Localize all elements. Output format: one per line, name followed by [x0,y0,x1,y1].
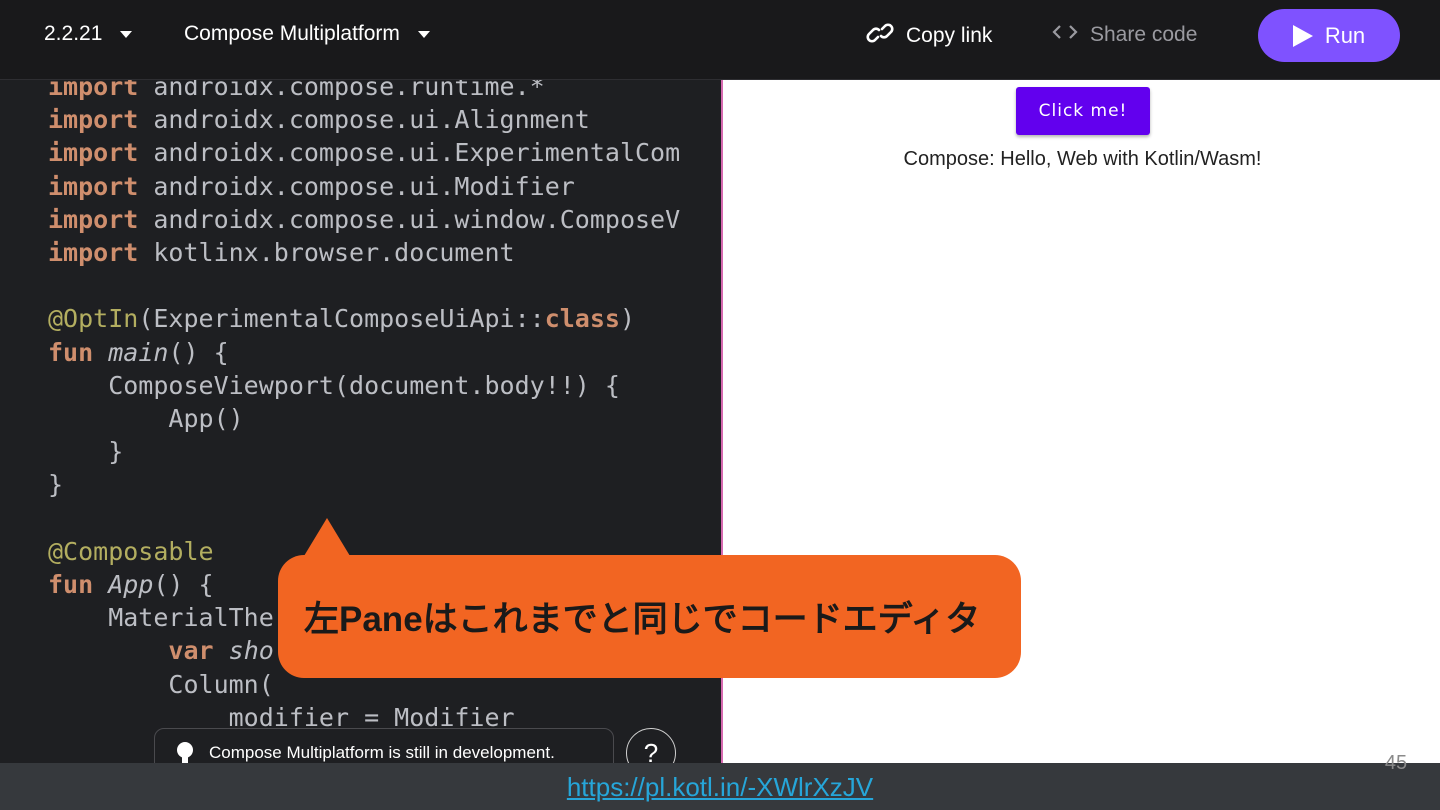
run-button[interactable]: Run [1258,9,1400,62]
platform-dropdown[interactable]: Compose Multiplatform [184,22,430,46]
chevron-down-icon [417,30,430,38]
greeting-text: Compose: Hello, Web with Kotlin/Wasm! [903,148,1262,170]
callout-text: 左Paneはこれまでと同じでコードエディタ [304,600,981,639]
notice-text: Compose Multiplatform is still in develo… [209,743,555,762]
link-icon [866,22,894,50]
playground-link[interactable]: https://pl.kotl.in/-XWlrXzJV [0,772,1440,803]
code-line: import androidx.compose.ui.Modifier [48,171,575,201]
copy-link-button[interactable]: Copy link [866,22,992,50]
code-line: fun main() { [48,337,229,367]
slide-footer: https://pl.kotl.in/-XWlrXzJV [0,763,1440,810]
code-brackets-icon [1052,22,1078,48]
share-code-label: Share code [1090,23,1198,46]
chevron-down-icon [120,30,133,38]
callout-tail [304,518,350,556]
page-number: 45 [1384,752,1408,774]
code-line: import androidx.compose.ui.Alignment [48,105,590,135]
code-line: import androidx.compose.ui.ExperimentalC… [48,138,681,168]
code-line: import androidx.compose.ui.window.Compos… [48,204,681,234]
share-code-button[interactable]: Share code [1052,22,1197,48]
lightbulb-icon [177,742,193,764]
version-label: 2.2.21 [44,22,103,45]
toolbar: 2.2.21 Compose Multiplatform Copy link S… [0,0,1440,80]
code-line: } [48,470,64,500]
play-icon [1292,24,1313,47]
code-line: @OptIn(ExperimentalComposeUiApi::class) [48,304,636,334]
version-dropdown[interactable]: 2.2.21 [44,22,133,46]
code-line: ComposeViewport(document.body!!) { [48,370,620,400]
click-me-button[interactable]: Click me! [1016,87,1150,135]
callout-bubble: 左Paneはこれまでと同じでコードエディタ [278,555,1021,678]
platform-label: Compose Multiplatform [184,22,400,45]
code-line: } [48,437,124,467]
code-line: import androidx.compose.runtime.* [48,80,545,101]
code-line: import kotlinx.browser.document [48,238,515,268]
copy-link-label: Copy link [906,24,993,47]
run-label: Run [1324,22,1366,48]
code-line: App() [48,404,244,434]
